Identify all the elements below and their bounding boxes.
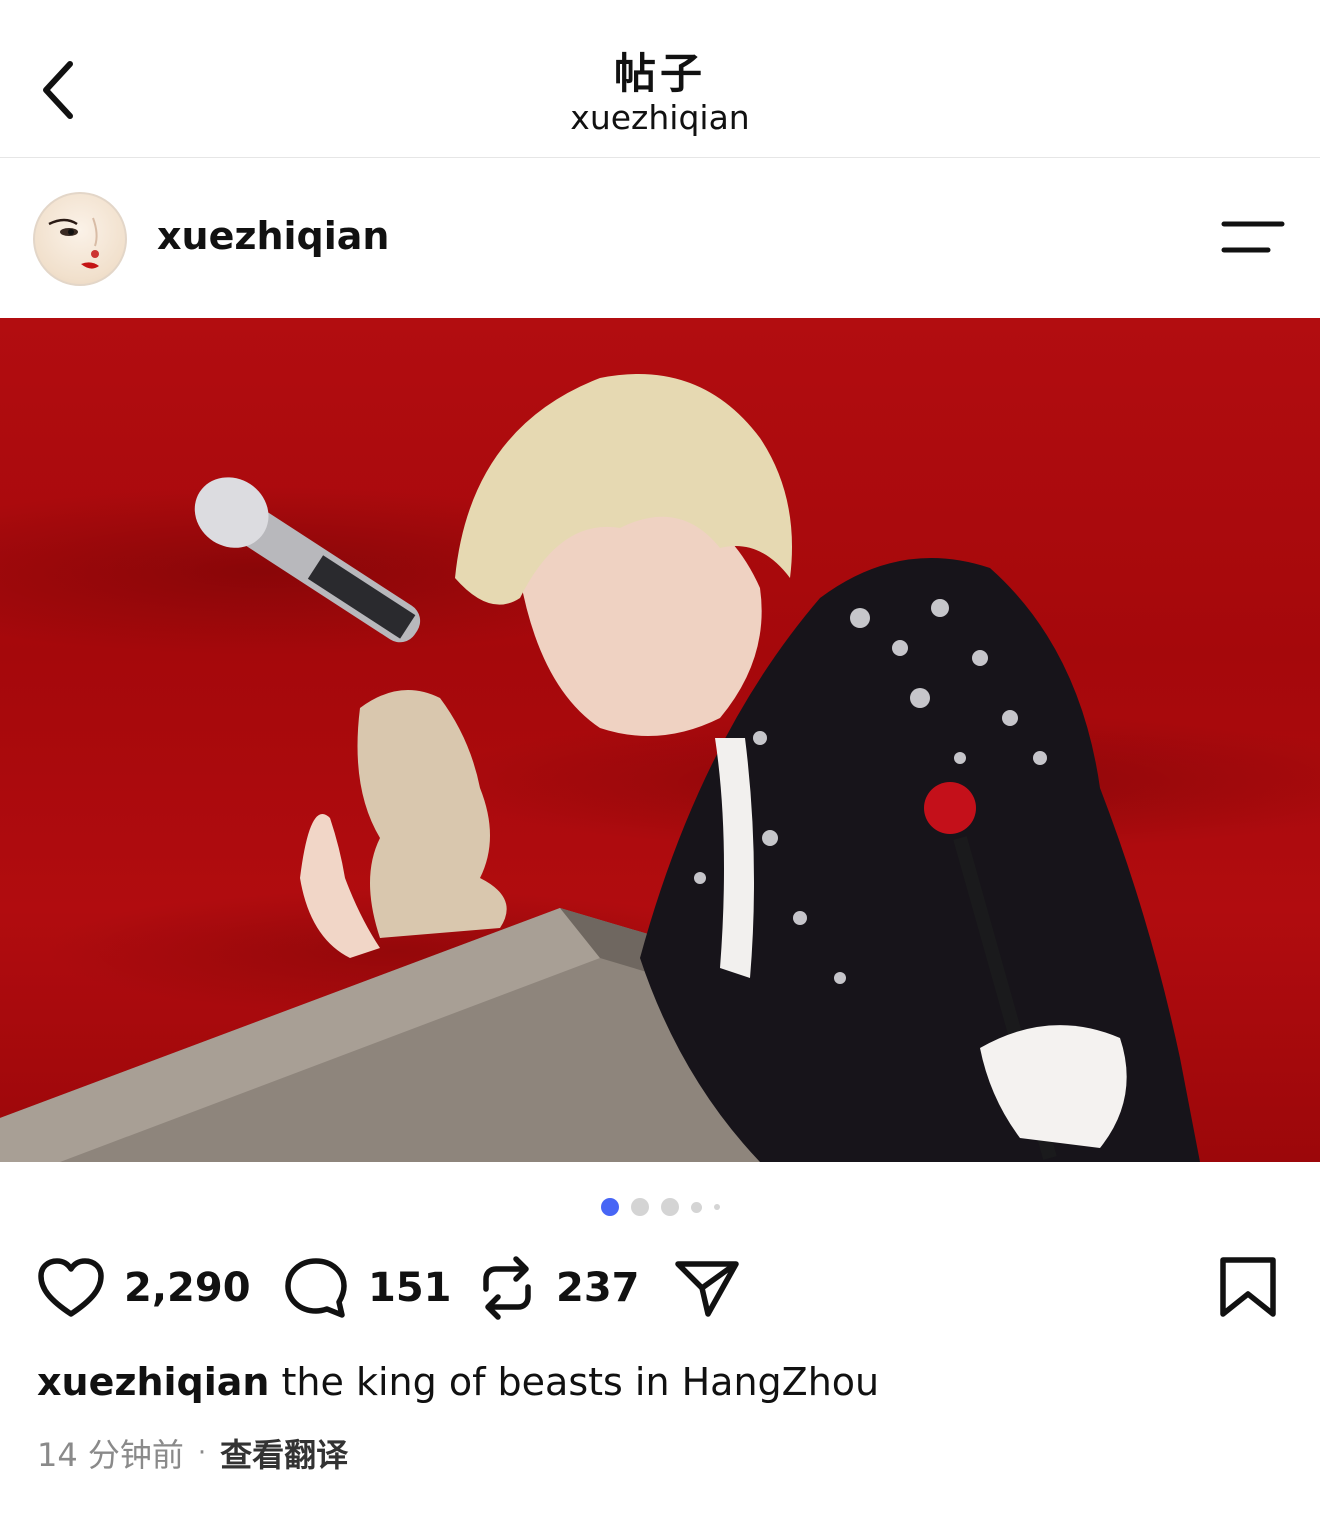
post-timestamp: 14 分钟前	[37, 1436, 184, 1474]
meta-separator: ·	[197, 1438, 207, 1468]
author-username[interactable]: xuezhiqian	[157, 214, 389, 258]
avatar[interactable]	[33, 192, 127, 286]
post-page: 帖子 xuezhiqian xuezhiqian 2,290 151 237 x…	[0, 0, 1320, 1531]
post-menu-button[interactable]	[1218, 218, 1290, 258]
comment-icon	[285, 1258, 347, 1318]
send-icon	[675, 1261, 739, 1317]
carousel-dot-3[interactable]	[660, 1198, 679, 1216]
like-count: 2,290	[124, 1265, 251, 1311]
caption-text: the king of beasts in HangZhou	[269, 1360, 880, 1404]
carousel-indicator	[0, 1196, 1320, 1218]
bookmark-icon	[1220, 1257, 1276, 1317]
comment-count: 151	[368, 1265, 452, 1311]
save-button[interactable]	[1218, 1250, 1278, 1326]
heart-icon	[38, 1258, 104, 1317]
post-author-row: xuezhiqian	[0, 158, 1320, 318]
translate-link[interactable]: 查看翻译	[220, 1430, 348, 1476]
comment-button[interactable]: 151	[282, 1250, 452, 1326]
carousel-dot-1[interactable]	[600, 1198, 619, 1216]
carousel-dot-5[interactable]	[713, 1204, 720, 1210]
post-meta: 14 分钟前 · 查看翻译	[37, 1430, 348, 1476]
post-image-illustration	[0, 374, 1200, 1162]
page-title: 帖子	[613, 49, 706, 98]
post-caption: xuezhiqian the king of beasts in HangZho…	[37, 1360, 879, 1404]
avatar-illustration	[48, 217, 99, 269]
post-image[interactable]	[0, 318, 1320, 1162]
share-button[interactable]	[672, 1250, 742, 1326]
caption-username[interactable]: xuezhiqian	[37, 1360, 269, 1404]
carousel-dot-4[interactable]	[690, 1201, 702, 1213]
menu-icon	[1221, 221, 1285, 253]
post-actions: 2,290 151 237	[0, 1250, 1320, 1326]
repost-button[interactable]: 237	[476, 1250, 640, 1326]
repost-count: 237	[556, 1265, 640, 1311]
page-subtitle: xuezhiqian	[570, 98, 750, 137]
top-bar: 帖子 xuezhiqian	[0, 0, 1320, 158]
carousel-dot-2[interactable]	[630, 1198, 649, 1216]
like-button[interactable]: 2,290	[36, 1250, 251, 1326]
repost-icon	[483, 1256, 531, 1320]
